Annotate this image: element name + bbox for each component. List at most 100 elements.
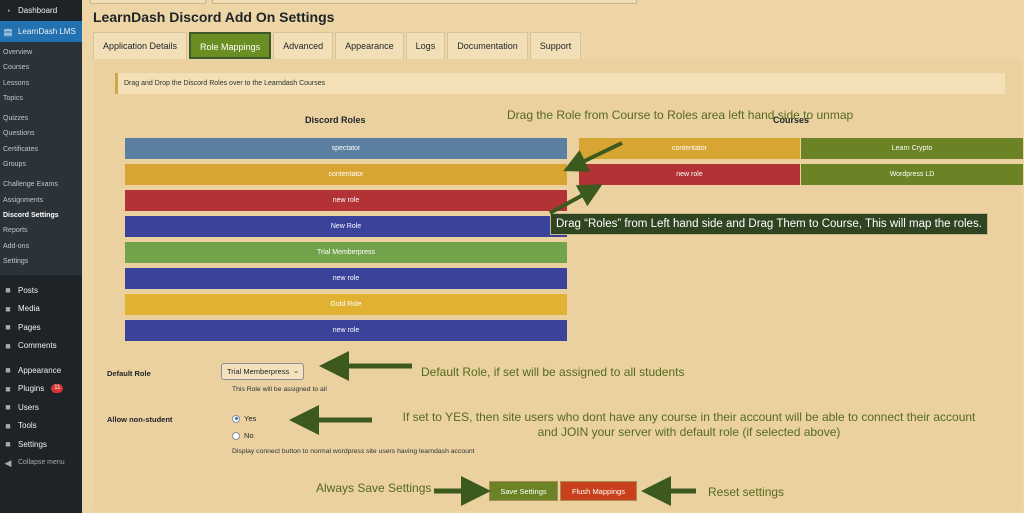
sidebar-item-label: Settings [18, 439, 47, 449]
settings-icon: ■ [5, 439, 11, 450]
sidebar-subitem[interactable]: Settings [0, 254, 82, 269]
sidebar-subitem[interactable]: Quizzes [0, 111, 82, 126]
sidebar-subitem[interactable]: Reports [0, 223, 82, 238]
plugins-update-badge: 11 [51, 384, 64, 394]
dashboard-icon: ◔ [5, 5, 11, 16]
sidebar-item[interactable]: ■ Users [0, 398, 82, 417]
sidebar-item-label: Plugins [18, 384, 45, 394]
collapse-icon: ◀ [4, 457, 12, 468]
sidebar-subitem[interactable]: Questions [0, 126, 82, 141]
annotation-default-role: Default Role, if set will be assigned to… [421, 365, 685, 379]
tab-documentation[interactable]: Documentation [447, 32, 528, 59]
annotation-non-student: If set to YES, then site users who dont … [402, 410, 976, 439]
admin-sidebar: ◔ Dashboard ▤ LearnDash LMS Overview Cour… [0, 0, 82, 513]
sidebar-subitem[interactable]: Assignments [0, 193, 82, 208]
radio-yes[interactable]: Yes [232, 414, 256, 423]
pin-icon: ■ [5, 285, 11, 296]
tab-logs[interactable]: Logs [405, 32, 446, 59]
tab-support[interactable]: Support [529, 32, 582, 59]
sidebar-item-label: Comments [18, 341, 57, 351]
mapped-role-item[interactable]: new role [579, 164, 800, 185]
sidebar-item[interactable]: ■ Settings [0, 435, 82, 454]
sidebar-subitem[interactable]: Add-ons [0, 239, 82, 254]
tab-application-details[interactable]: Application Details [93, 32, 188, 59]
radio-no-button[interactable] [232, 431, 240, 440]
chevron-down-icon: ⌄ [293, 368, 299, 375]
save-settings-button[interactable]: Save Settings [489, 481, 558, 501]
course-item: Learn Crypto [801, 138, 1023, 159]
discord-role-item[interactable]: Trial Memberpress [125, 242, 567, 263]
radio-yes-label: Yes [244, 414, 257, 423]
sidebar-subitem[interactable]: Lessons [0, 76, 82, 91]
default-role-select[interactable]: Trial Memberpress ⌄ [221, 363, 304, 380]
radio-no[interactable]: No [232, 431, 254, 440]
annotation-reset: Reset settings [708, 485, 785, 499]
discord-role-item[interactable]: contentator [125, 164, 567, 185]
radio-yes-button[interactable] [232, 414, 240, 423]
sidebar-subitem[interactable]: Discord Settings [0, 208, 82, 223]
appearance-icon: ■ [5, 365, 11, 376]
tools-icon: ■ [5, 420, 11, 431]
sidebar-item[interactable]: ■ Posts [0, 281, 82, 300]
sidebar-main-menu: ■ Posts ■ Media ■ Pages ■ Comments ■ Appearance ■ P… [0, 281, 82, 454]
sidebar-item-label: Tools [18, 421, 37, 431]
flush-mappings-button[interactable]: Flush Mappings [560, 481, 637, 501]
annotation-map: Drag “Roles” from Left hand side and Dra… [550, 213, 988, 235]
sidebar-item[interactable]: ■ Plugins 11 [0, 380, 82, 399]
sidebar-item[interactable]: ■ Appearance [0, 361, 82, 380]
default-role-desc: This Role will be assigned to all [232, 386, 327, 393]
settings-panel: Drag and Drop the Discord Roles over to … [93, 59, 1023, 511]
sidebar-item-label: Posts [18, 285, 39, 295]
collapse-menu-button[interactable]: ◀ Collapse menu [0, 454, 82, 473]
sidebar-item[interactable]: ■ Comments [0, 337, 82, 356]
sidebar-item-label: LearnDash LMS [18, 27, 76, 36]
tab-bar: Application Details Role Mappings Advanced… [93, 32, 583, 59]
sidebar-item-learndash[interactable]: ▤ LearnDash LMS [0, 21, 82, 42]
discord-role-item[interactable]: new role [125, 320, 567, 341]
sidebar-subitem[interactable]: Courses [0, 60, 82, 75]
top-box [212, 0, 637, 4]
comments-icon: ■ [5, 340, 11, 351]
notice-banner: Drag and Drop the Discord Roles over to … [115, 73, 1005, 94]
media-icon: ■ [5, 303, 11, 314]
sidebar-item[interactable]: ■ Tools [0, 417, 82, 436]
top-box [90, 0, 206, 4]
non-student-desc: Display connect button to normal wordpre… [232, 448, 475, 455]
plugins-icon: ■ [5, 383, 11, 394]
collapse-label: Collapse menu [18, 459, 65, 467]
pages-icon: ■ [5, 322, 11, 333]
annotation-save: Always Save Settings [316, 481, 432, 495]
discord-role-item[interactable]: new role [125, 190, 567, 211]
tab-advanced[interactable]: Advanced [273, 32, 334, 59]
discord-role-item[interactable]: spectator [125, 138, 567, 159]
annotation-unmap: Drag the Role from Course to Roles area … [507, 108, 854, 122]
sidebar-item-label: Pages [18, 322, 41, 332]
radio-no-label: No [244, 431, 254, 440]
discord-role-item[interactable]: New Role [125, 216, 567, 237]
sidebar-subitem[interactable]: Groups [0, 157, 82, 172]
learndash-submenu: Overview Courses Lessons Topics Quizzes Quest… [0, 42, 82, 276]
main-content: LearnDash Discord Add On Settings Applic… [82, 0, 1024, 513]
discord-role-item[interactable]: new role [125, 268, 567, 289]
mapped-role-item[interactable]: contentator [579, 138, 800, 159]
allow-non-student-label: Allow non-student [107, 415, 173, 424]
discord-roles-heading: Discord Roles [305, 115, 366, 125]
default-role-label: Default Role [107, 369, 151, 378]
learndash-icon: ▤ [3, 26, 13, 37]
discord-role-item[interactable]: Gold Role [125, 294, 567, 315]
sidebar-subitem[interactable]: Certificates [0, 142, 82, 157]
sidebar-subitem[interactable]: Overview [0, 45, 82, 60]
tab-appearance[interactable]: Appearance [335, 32, 404, 59]
sidebar-item[interactable]: ■ Pages [0, 318, 82, 337]
users-icon: ■ [5, 402, 11, 413]
sidebar-subitem[interactable]: Challenge Exams [0, 177, 82, 192]
sidebar-subitem[interactable]: Topics [0, 91, 82, 106]
sidebar-item-label: Users [18, 402, 39, 412]
tab-role-mappings[interactable]: Role Mappings [189, 32, 272, 59]
sidebar-item[interactable]: ■ Media [0, 300, 82, 319]
page-title: LearnDash Discord Add On Settings [93, 9, 335, 25]
sidebar-item-label: Appearance [18, 365, 62, 375]
default-role-select-value: Trial Memberpress [227, 367, 290, 376]
sidebar-item-label: Dashboard [18, 6, 58, 15]
sidebar-item-dashboard[interactable]: ◔ Dashboard [0, 0, 82, 21]
